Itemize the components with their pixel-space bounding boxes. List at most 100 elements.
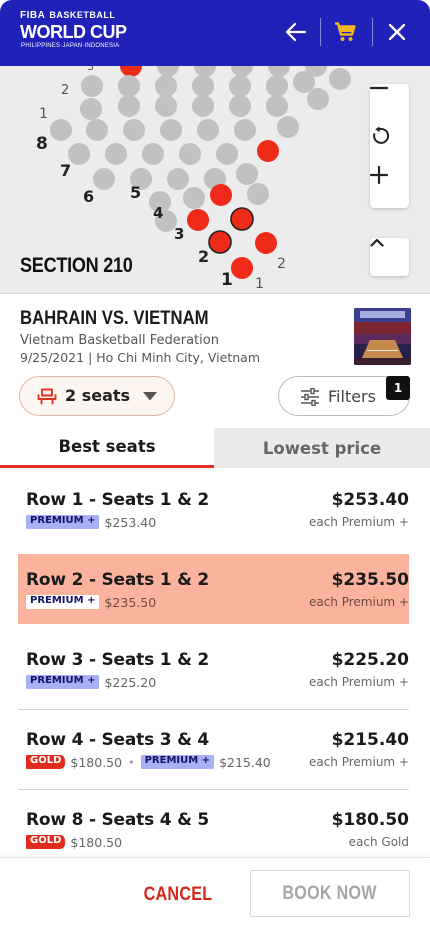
tier-price: $180.50 xyxy=(70,834,123,850)
seat-available[interactable] xyxy=(50,119,72,141)
seat-available[interactable] xyxy=(266,95,288,117)
premium-tier-badge: PREMIUM + xyxy=(26,595,100,609)
section-label: SECTION 210 xyxy=(20,254,133,277)
seat-available[interactable] xyxy=(68,143,90,165)
gold-tier-badge: GOLD xyxy=(26,755,66,769)
seat-quantity-dropdown[interactable]: 2 seats xyxy=(19,376,175,416)
listing-title: Row 2 - Seats 1 & 2 xyxy=(26,570,210,590)
seat-available[interactable] xyxy=(216,143,238,165)
seat-number-label: 1 xyxy=(255,276,264,292)
close-icon xyxy=(389,24,405,40)
seat-available[interactable] xyxy=(93,168,115,190)
seat-selected[interactable] xyxy=(255,232,277,254)
seat-selected[interactable] xyxy=(208,230,232,254)
gold-tier-badge: GOLD xyxy=(26,835,66,849)
collapse-map-button[interactable] xyxy=(370,238,409,276)
seat-selected[interactable] xyxy=(187,209,209,231)
seat-selected[interactable] xyxy=(230,207,254,231)
tier-price: $215.40 xyxy=(219,754,271,770)
seat-number-label: 2 xyxy=(277,256,286,272)
arrow-left-icon xyxy=(286,23,306,41)
cancel-button[interactable]: CANCEL xyxy=(119,872,238,918)
seat-available[interactable] xyxy=(86,119,108,141)
zoom-in-button[interactable] xyxy=(370,166,409,206)
row-label: 2 xyxy=(198,247,209,266)
seat-available[interactable] xyxy=(155,75,177,97)
seat-available[interactable] xyxy=(293,71,315,93)
app-header: FIBA BASKETBALL WORLD CUP PHILIPPINES·JAP… xyxy=(0,0,430,66)
seat-available[interactable] xyxy=(118,75,140,97)
action-footer: CANCEL BOOK NOW xyxy=(0,857,430,929)
tier-price: $225.20 xyxy=(104,674,157,690)
listing-price-note: each Premium + xyxy=(308,675,409,689)
tab-lowest-price[interactable]: Lowest price xyxy=(214,428,430,468)
listing-price-note: each Gold xyxy=(348,835,409,849)
seat-available[interactable] xyxy=(192,95,214,117)
event-title: BAHRAIN VS. VIETNAM xyxy=(20,308,209,329)
seat-selected[interactable] xyxy=(231,257,253,279)
seat-available[interactable] xyxy=(123,119,145,141)
book-now-button[interactable]: BOOK NOW xyxy=(250,870,410,917)
event-organizer: Vietnam Basketball Federation xyxy=(20,333,219,348)
seat-icon xyxy=(37,388,57,405)
seat-available[interactable] xyxy=(105,143,127,165)
tag-separator: • xyxy=(128,755,135,769)
row-label: 2 xyxy=(61,83,69,98)
listing-price-note: each Premium + xyxy=(308,595,409,609)
listing-row[interactable]: Row 1 - Seats 1 & 2 PREMIUM + $253.40 $253.… xyxy=(18,474,409,544)
listing-row[interactable]: Row 4 - Seats 3 & 4 GOLD $180.50 • PREMIUM +… xyxy=(18,714,409,784)
listing-price: $253.40 xyxy=(331,490,409,510)
seat-available[interactable] xyxy=(167,168,189,190)
seat-available[interactable] xyxy=(118,95,140,117)
filters-count-badge: 1 xyxy=(386,376,410,400)
seat-available[interactable] xyxy=(307,88,329,110)
listing-tags: PREMIUM + $235.50 xyxy=(26,594,156,610)
listing-price: $235.50 xyxy=(331,570,409,590)
listing-row[interactable]: Row 3 - Seats 1 & 2 PREMIUM + $225.20 $225.… xyxy=(18,634,409,704)
row-label: 8 xyxy=(36,134,48,154)
seat-selected[interactable] xyxy=(257,140,279,162)
seat-available[interactable] xyxy=(229,95,251,117)
reset-view-button[interactable] xyxy=(370,126,409,166)
seat-quantity-label: 2 seats xyxy=(65,386,131,405)
seat-map[interactable]: 3218765432121 SECTION 210 xyxy=(0,66,430,294)
listing-row[interactable]: Row 8 - Seats 4 & 5 GOLD $180.50 $180.50 eac… xyxy=(18,794,409,864)
close-button[interactable] xyxy=(377,13,417,51)
seat-available[interactable] xyxy=(192,75,214,97)
seat-available[interactable] xyxy=(179,143,201,165)
listing-title: Row 8 - Seats 4 & 5 xyxy=(26,810,210,830)
seat-available[interactable] xyxy=(197,119,219,141)
row-label: 7 xyxy=(60,161,71,180)
listing-tags: GOLD $180.50 xyxy=(26,834,122,850)
seat-available[interactable] xyxy=(236,163,258,185)
cart-button[interactable] xyxy=(325,13,365,51)
listing-title: Row 1 - Seats 1 & 2 xyxy=(26,490,210,510)
zoom-out-button[interactable] xyxy=(370,86,409,126)
seat-available[interactable] xyxy=(80,98,102,120)
back-button[interactable] xyxy=(276,13,316,51)
seat-available[interactable] xyxy=(277,116,299,138)
seat-available[interactable] xyxy=(247,183,269,205)
seat-available[interactable] xyxy=(160,119,182,141)
seat-available[interactable] xyxy=(142,143,164,165)
filters-label: Filters xyxy=(328,387,376,406)
seat-available[interactable] xyxy=(329,68,351,90)
seat-available[interactable] xyxy=(229,75,251,97)
listing-row[interactable]: Row 2 - Seats 1 & 2 PREMIUM + $235.50 $235.… xyxy=(18,554,409,624)
seat-available[interactable] xyxy=(266,75,288,97)
seat-available[interactable] xyxy=(81,75,103,97)
row-label: 6 xyxy=(83,187,94,206)
header-divider xyxy=(372,18,373,46)
tab-best-seats[interactable]: Best seats xyxy=(0,428,214,468)
row-label: 3 xyxy=(87,66,94,73)
arena-illustration xyxy=(354,308,411,365)
seat-available[interactable] xyxy=(234,119,256,141)
seat-available[interactable] xyxy=(155,95,177,117)
tier-price: $180.50 xyxy=(70,754,123,770)
listing-tags: PREMIUM + $253.40 xyxy=(26,514,156,530)
zoom-controls xyxy=(370,84,409,208)
seat-selected[interactable] xyxy=(210,184,232,206)
seat-available[interactable] xyxy=(183,187,205,209)
listing-price: $225.20 xyxy=(331,650,409,670)
chevron-up-icon xyxy=(370,238,384,247)
